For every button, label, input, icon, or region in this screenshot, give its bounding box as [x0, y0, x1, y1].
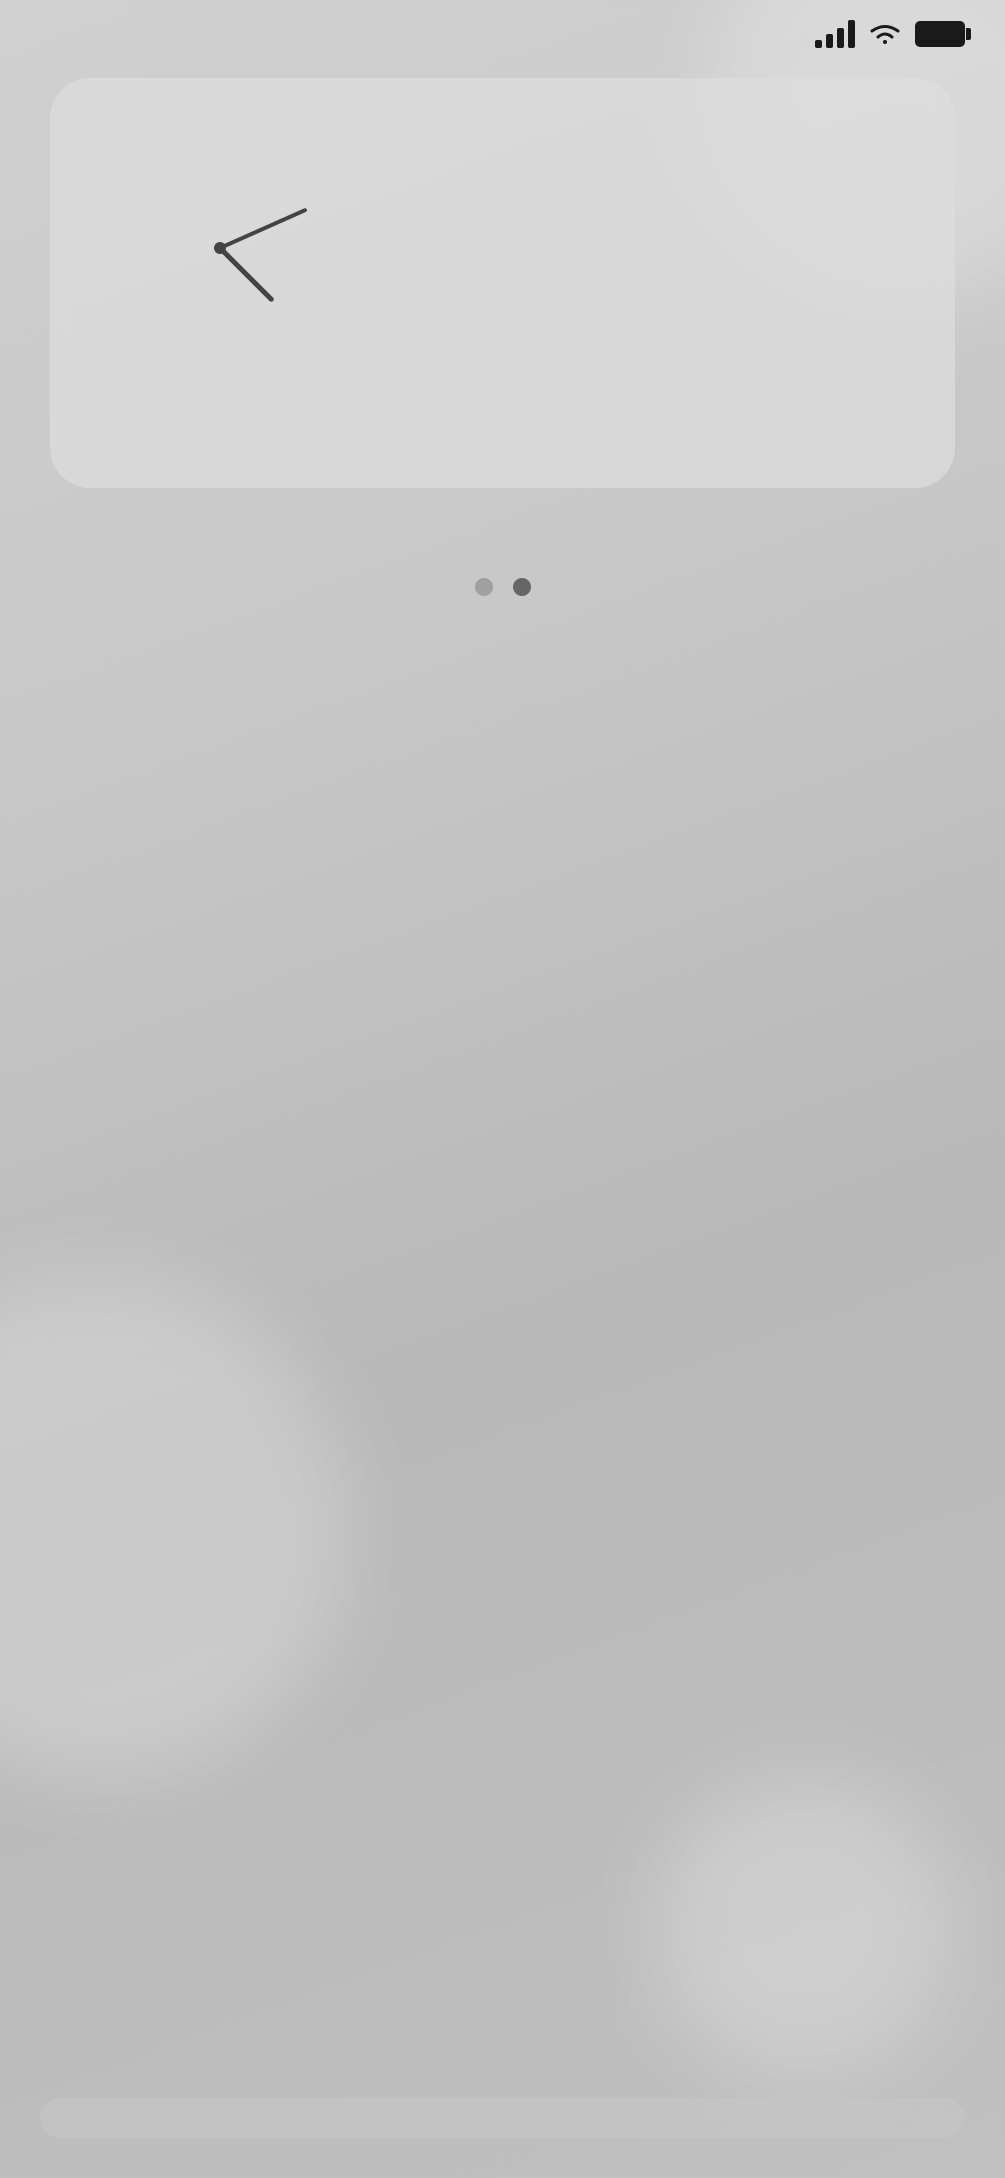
calendar-section	[90, 428, 915, 448]
dock	[40, 2098, 965, 2138]
page-dots	[50, 578, 955, 596]
battery-icon	[915, 21, 965, 47]
wifi-icon	[867, 20, 903, 48]
signal-icon	[815, 20, 855, 48]
bg-decoration-3	[655, 1778, 955, 2078]
status-icons	[815, 20, 965, 48]
clock-section	[90, 118, 915, 378]
widget	[50, 78, 955, 488]
app-section	[0, 538, 1005, 596]
page-dot-2	[513, 578, 531, 596]
status-bar	[0, 0, 1005, 58]
analog-clock	[90, 118, 350, 378]
page-dot-1	[475, 578, 493, 596]
clock-center	[214, 242, 226, 254]
bg-decoration-2	[0, 1278, 350, 1778]
